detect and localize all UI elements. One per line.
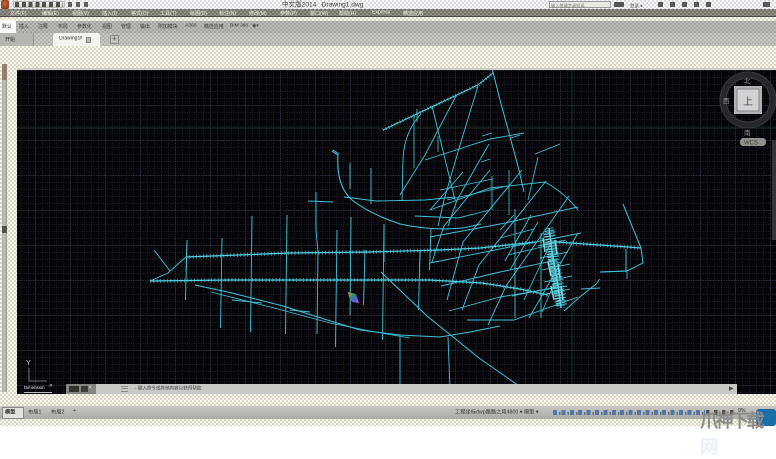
svg-text:西: 西	[723, 97, 730, 105]
svg-text:WCS: WCS	[744, 141, 758, 147]
svg-text:上: 上	[743, 96, 753, 108]
svg-text:北: 北	[744, 77, 751, 85]
svg-text:南: 南	[744, 128, 751, 137]
svg-text:Y: Y	[26, 360, 31, 367]
